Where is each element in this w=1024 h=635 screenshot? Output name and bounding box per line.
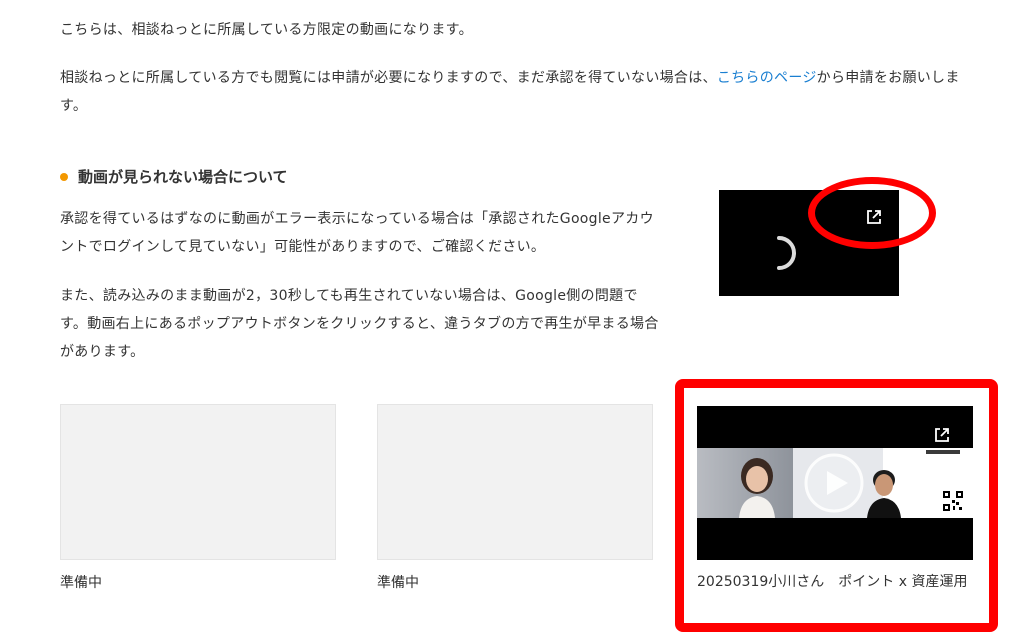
video-placeholder bbox=[377, 404, 653, 560]
video-card-label: 準備中 bbox=[60, 575, 102, 591]
video-card: 準備中 bbox=[377, 404, 653, 592]
speaker-left-image bbox=[739, 458, 775, 518]
section-paragraph-1: 承認を得ているはずなのに動画がエラー表示になっている場合は「承認されたGoogl… bbox=[60, 211, 654, 255]
video-player[interactable] bbox=[697, 406, 973, 560]
intro-line-2-before: 相談ねっとに所属している方でも閲覧には申請が必要になりますので、まだ承認を得てい… bbox=[60, 70, 717, 86]
section-heading: 動画が見られない場合について bbox=[60, 166, 288, 187]
popout-underline bbox=[926, 450, 960, 454]
popout-highlight-ellipse bbox=[808, 177, 936, 249]
video-title: 20250319小川さん ポイント x 資産運用 bbox=[697, 574, 968, 590]
intro-line-2: 相談ねっとに所属している方でも閲覧には申請が必要になりますので、まだ承認を得てい… bbox=[60, 64, 980, 120]
video-placeholder bbox=[60, 404, 336, 560]
application-page-link[interactable]: こちらのページ bbox=[717, 70, 817, 86]
qr-code-icon bbox=[942, 490, 964, 512]
popout-icon[interactable] bbox=[933, 426, 951, 444]
bullet-dot-icon bbox=[60, 172, 68, 181]
video-card: 準備中 bbox=[60, 404, 336, 592]
speaker-right-image bbox=[867, 470, 901, 518]
loading-spinner-icon bbox=[777, 236, 796, 270]
section-paragraph-2: また、読み込みのまま動画が2，30秒しても再生されていない場合は、Google側… bbox=[60, 288, 659, 360]
section-heading-text: 動画が見られない場合について bbox=[78, 168, 288, 186]
intro-line-1: こちらは、相談ねっとに所属している方限定の動画になります。 bbox=[60, 22, 473, 38]
play-icon[interactable] bbox=[803, 452, 865, 514]
video-card-label: 準備中 bbox=[377, 575, 419, 591]
